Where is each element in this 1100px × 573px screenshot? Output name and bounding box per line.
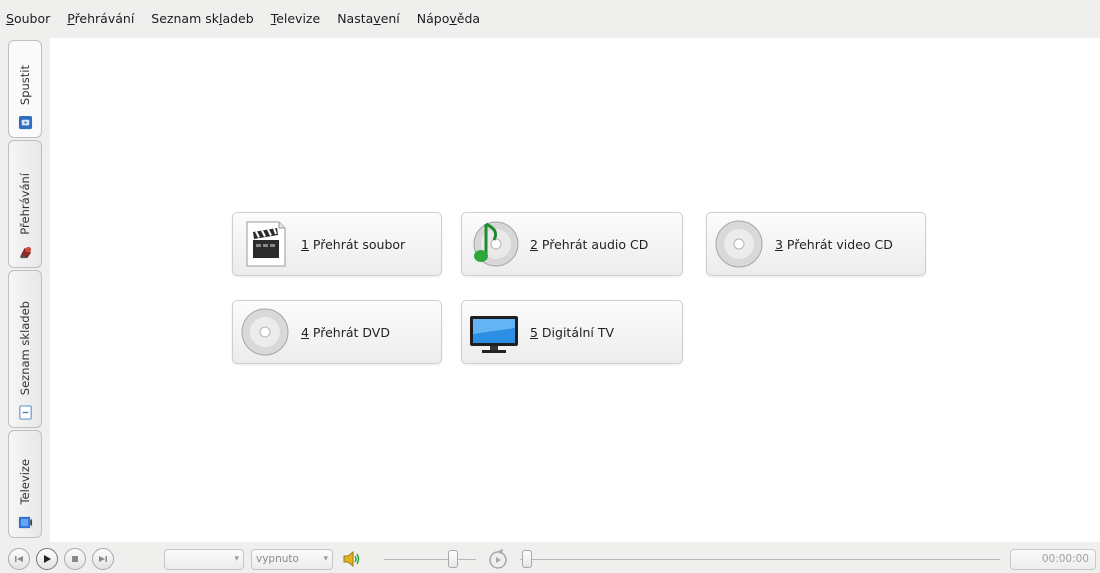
tab-seznam-skladeb-label: Seznam skladeb: [18, 300, 32, 395]
tab-televize-label: Televize: [18, 459, 32, 505]
digital-tv-label: 5 Digitální TV: [530, 324, 615, 340]
tab-spustit[interactable]: Spustit: [8, 40, 42, 138]
play-button[interactable]: [36, 548, 58, 570]
position-slider-handle[interactable]: [522, 550, 532, 568]
playlist-icon: [18, 405, 32, 420]
sidebar-tabs: Spustit Přehrávání Seznam skladeb Televi…: [8, 40, 44, 540]
deinterlace-combo-value: vypnuto: [256, 553, 299, 565]
menu-bar: Soubor Přehrávání Seznam skladeb Televiz…: [0, 0, 1100, 36]
menu-soubor[interactable]: Soubor: [6, 11, 50, 26]
tab-prehravani[interactable]: Přehrávání: [8, 140, 42, 268]
digital-tv-button[interactable]: 5 Digitální TV: [461, 300, 683, 364]
play-video-cd-button[interactable]: 3 Přehrát video CD: [706, 212, 926, 276]
play-video-cd-label: 3 Přehrát video CD: [775, 236, 893, 252]
stop-button[interactable]: [64, 548, 86, 570]
playback-icon: [19, 246, 31, 259]
skip-forward-icon: [99, 556, 107, 562]
chevron-down-icon: ▾: [234, 554, 239, 564]
play-dvd-label: 4 Přehrát DVD: [301, 324, 390, 340]
play-dvd-button[interactable]: 4 Přehrát DVD: [232, 300, 442, 364]
dvd-icon: [241, 308, 289, 356]
audio-cd-icon: [473, 221, 519, 267]
play-file-button[interactable]: 1 Přehrát soubor: [232, 212, 442, 276]
tab-prehravani-label: Přehrávání: [18, 173, 32, 235]
previous-button[interactable]: [8, 548, 30, 570]
start-icon: [18, 115, 32, 130]
play-file-label: 1 Přehrát soubor: [301, 236, 406, 252]
time-display: 00:00:00: [1010, 549, 1096, 570]
volume-slider-track[interactable]: [384, 559, 476, 560]
monitor-icon: [470, 316, 518, 353]
speed-reset-icon[interactable]: [487, 548, 509, 570]
video-cd-icon: [715, 220, 763, 268]
volume-icon[interactable]: [342, 550, 362, 568]
play-audio-cd-button[interactable]: 2 Přehrát audio CD: [461, 212, 683, 276]
menu-seznam-skladeb[interactable]: Seznam skladeb: [151, 11, 253, 26]
tv-icon: [18, 516, 32, 529]
film-clapper-icon: [246, 221, 286, 267]
stop-icon: [72, 556, 78, 562]
menu-televize[interactable]: Televize: [271, 11, 321, 26]
playback-toolbar: ▾ vypnuto ▾ 00:00:00: [0, 542, 1100, 573]
tab-spustit-label: Spustit: [18, 64, 32, 105]
chevron-down-icon: ▾: [323, 554, 328, 564]
tab-televize[interactable]: Televize: [8, 430, 42, 538]
play-icon: [44, 555, 51, 563]
volume-slider-handle[interactable]: [448, 550, 458, 568]
tab-seznam-skladeb[interactable]: Seznam skladeb: [8, 270, 42, 428]
menu-napoveda[interactable]: Nápověda: [417, 11, 480, 26]
deinterlace-combo[interactable]: vypnuto ▾: [251, 549, 333, 570]
menu-prehravani[interactable]: Přehrávání: [67, 11, 134, 26]
position-slider-track[interactable]: [520, 559, 1000, 560]
play-audio-cd-label: 2 Přehrát audio CD: [530, 236, 649, 252]
next-button[interactable]: [92, 548, 114, 570]
chapter-combo[interactable]: ▾: [164, 549, 244, 570]
menu-nastaveni[interactable]: Nastavení: [337, 11, 400, 26]
skip-back-icon: [15, 556, 23, 562]
start-page: 1 Přehrát soubor 2 Přehrát audio CD 3 Př…: [50, 38, 1100, 542]
